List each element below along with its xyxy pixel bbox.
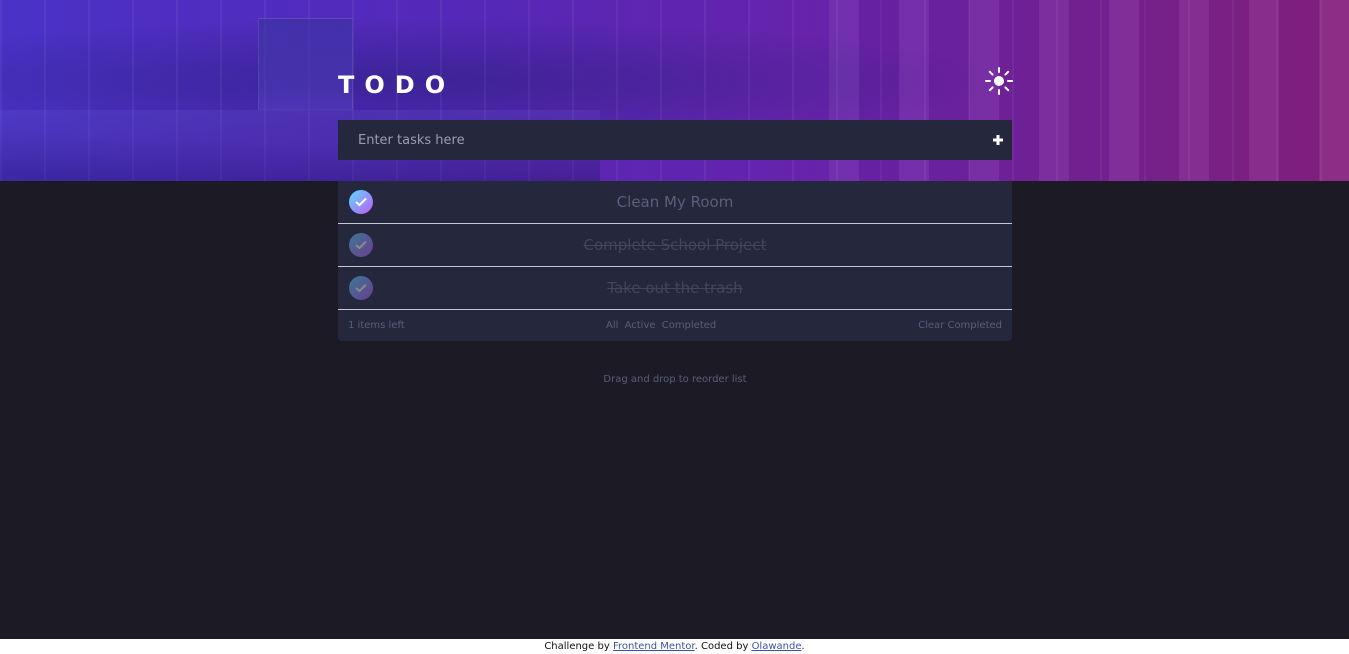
- todo-text: Take out the trash: [607, 279, 743, 297]
- attribution-suffix: .: [801, 641, 805, 652]
- drag-hint: Drag and drop to reorder list: [603, 374, 747, 385]
- attribution: Challenge by Frontend Mentor. Coded by O…: [0, 639, 1349, 654]
- filter-completed[interactable]: Completed: [662, 320, 717, 331]
- filter-all[interactable]: All: [606, 320, 618, 331]
- plus-icon: [993, 135, 1003, 145]
- author-link[interactable]: Olawande: [752, 641, 802, 652]
- filter-group: All Active Completed: [606, 320, 719, 331]
- frontend-mentor-link[interactable]: Frontend Mentor: [613, 641, 695, 652]
- attribution-middle: . Coded by: [694, 641, 749, 652]
- todo-text: Clean My Room: [616, 193, 734, 211]
- clear-completed-button[interactable]: Clear Completed: [918, 320, 1002, 331]
- filter-active[interactable]: Active: [625, 320, 656, 331]
- sun-icon: [985, 67, 1013, 95]
- todo-list: Clean My Room Complete School Project Ta…: [338, 181, 1012, 341]
- new-task-bar: [338, 120, 1012, 160]
- todo-item[interactable]: Clean My Room: [338, 181, 1012, 224]
- todo-text: Complete School Project: [583, 236, 767, 254]
- app-title: TODO: [338, 71, 456, 99]
- theme-toggle-button[interactable]: [984, 66, 1014, 96]
- todo-item[interactable]: Take out the trash: [338, 267, 1012, 310]
- new-task-input[interactable]: [338, 120, 978, 160]
- attribution-prefix: Challenge by: [544, 641, 610, 652]
- items-left-count: 1 items left: [348, 320, 405, 331]
- todo-footer: 1 items left All Active Completed Clear …: [338, 310, 1012, 341]
- add-task-button[interactable]: [990, 132, 1006, 148]
- todo-item[interactable]: Complete School Project: [338, 224, 1012, 267]
